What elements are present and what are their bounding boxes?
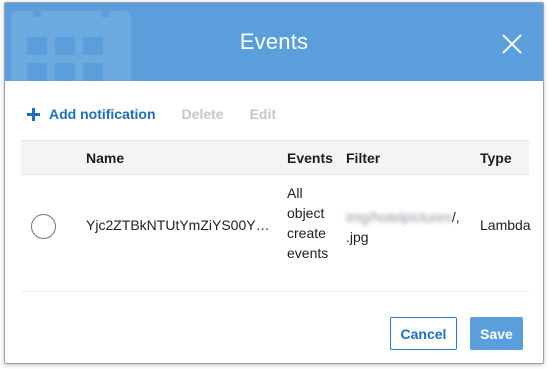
filter-prefix-end: /,: [451, 209, 460, 225]
dialog-title: Events: [239, 29, 309, 54]
column-header-type: Type: [480, 150, 512, 166]
filter-suffix: .jpg: [346, 229, 369, 245]
add-notification-label: Add notification: [49, 106, 156, 122]
add-notification-button[interactable]: Add notification: [27, 106, 156, 122]
notification-type: Lambda: [480, 217, 531, 233]
events-line: object: [287, 205, 325, 221]
column-header-name: Name: [86, 150, 125, 166]
events-line: events: [287, 245, 329, 261]
filter-prefix-redacted: img/hotelpictures: [346, 209, 452, 225]
table-header: Name Events Filter Type: [21, 140, 529, 175]
events-line: create: [287, 225, 326, 241]
notification-filter: img/hotelpictures/, .jpg: [346, 207, 476, 247]
column-header-filter: Filter: [346, 150, 381, 166]
plus-icon: [27, 107, 40, 121]
events-dialog: Events Add notification Delete Edit Name…: [4, 2, 544, 364]
notifications-table: Name Events Filter Type Yjc2ZTBkNTUtYmZi…: [21, 140, 531, 292]
close-icon[interactable]: [501, 33, 523, 55]
save-button[interactable]: Save: [470, 317, 523, 350]
events-line: All: [287, 185, 303, 201]
delete-button[interactable]: Delete: [182, 106, 224, 122]
notification-name: Yjc2ZTBkNTUtYmZiYS00Y…: [86, 217, 270, 233]
table-row[interactable]: Yjc2ZTBkNTUtYmZiYS00Y… All object create…: [21, 175, 531, 292]
notification-events: All object create events: [287, 183, 342, 263]
dialog-header: Events: [5, 3, 543, 81]
cancel-button[interactable]: Cancel: [390, 317, 457, 350]
edit-button[interactable]: Edit: [250, 106, 276, 122]
row-select-radio[interactable]: [31, 214, 56, 239]
dialog-footer: Cancel Save: [390, 317, 523, 350]
toolbar: Add notification Delete Edit: [27, 104, 302, 124]
column-header-events: Events: [287, 150, 333, 166]
